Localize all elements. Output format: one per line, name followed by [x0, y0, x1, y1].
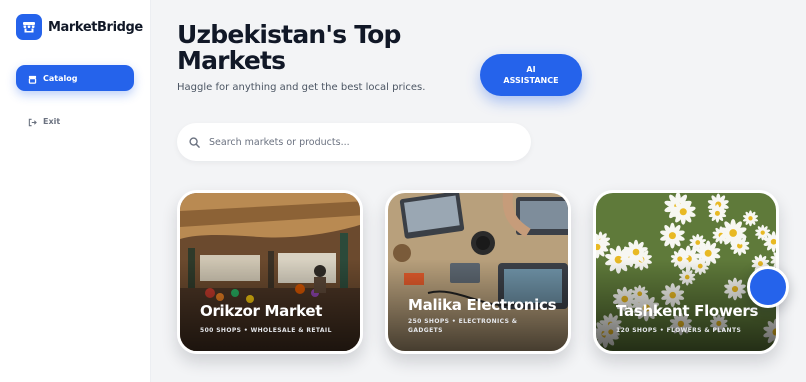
- search-input[interactable]: [209, 136, 509, 148]
- store-icon: [28, 69, 37, 88]
- market-meta: 250 SHOPS • ELECTRONICS & GADGETS: [408, 318, 518, 334]
- market-name: Tashkent Flowers: [616, 302, 759, 320]
- search-icon: [189, 133, 200, 152]
- logout-icon: [28, 112, 37, 131]
- page-title: Uzbekistan's Top Markets: [177, 20, 401, 75]
- market-meta: 120 SHOPS • FLOWERS & PLANTS: [616, 327, 742, 334]
- market-card-tashkent[interactable]: Tashkent Flowers 120 SHOPS • FLOWERS & P…: [593, 190, 779, 354]
- sidebar-item-label: Catalog: [43, 73, 78, 83]
- sidebar-item-label: Exit: [43, 117, 61, 126]
- ai-button-line2: ASSISTANCE: [503, 76, 559, 85]
- ai-button-line1: AI: [526, 65, 536, 74]
- sidebar-item-catalog[interactable]: Catalog: [16, 65, 134, 91]
- brand-name: MarketBridge: [48, 19, 143, 35]
- brand[interactable]: MarketBridge: [16, 14, 143, 40]
- market-meta: 500 SHOPS • WHOLESALE & RETAIL: [200, 327, 332, 334]
- market-name: Orikzor Market: [200, 302, 323, 320]
- sidebar: MarketBridge Catalog Exit: [0, 0, 151, 382]
- search-bar[interactable]: [177, 123, 531, 161]
- ai-assistance-button[interactable]: AI ASSISTANCE: [480, 54, 582, 96]
- market-card-malika[interactable]: Malika Electronics 250 SHOPS • ELECTRONI…: [385, 190, 571, 354]
- page-subtitle: Haggle for anything and get the best loc…: [177, 82, 426, 93]
- storefront-icon: [16, 14, 42, 40]
- market-name: Malika Electronics: [408, 296, 557, 314]
- floating-action-button[interactable]: [747, 266, 789, 308]
- market-card-orikzor[interactable]: Orikzor Market 500 SHOPS • WHOLESALE & R…: [177, 190, 363, 354]
- sidebar-item-exit[interactable]: Exit: [28, 112, 60, 131]
